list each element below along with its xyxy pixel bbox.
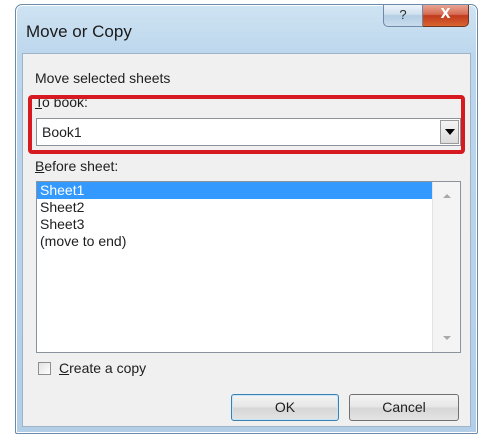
to-book-label-text: o book:	[42, 94, 88, 110]
to-book-value: Book1	[42, 124, 82, 140]
create-copy-label-text: reate a copy	[69, 360, 147, 376]
list-item[interactable]: Sheet1	[37, 182, 432, 199]
ok-button[interactable]: OK	[231, 394, 339, 421]
close-icon: X	[440, 7, 451, 22]
to-book-dropdown[interactable]: Book1	[36, 118, 461, 146]
create-copy-checkbox[interactable]	[38, 362, 51, 375]
help-button[interactable]: ?	[383, 5, 423, 27]
chevron-down-icon[interactable]	[440, 120, 459, 144]
before-sheet-label: Before sheet:	[35, 158, 118, 174]
list-scrollbar[interactable]	[432, 182, 460, 352]
before-sheet-list[interactable]: Sheet1 Sheet2 Sheet3 (move to end)	[36, 181, 461, 353]
dialog-body: Move selected sheets To book: Book1 Befo…	[22, 53, 471, 427]
close-button[interactable]: X	[423, 5, 469, 27]
scroll-down-icon[interactable]	[443, 336, 451, 340]
to-book-label: To book:	[35, 94, 88, 110]
move-or-copy-dialog: Move or Copy ? X Move selected sheets To…	[15, 4, 478, 434]
dialog-title: Move or Copy	[26, 22, 132, 41]
create-copy-label: Create a copy	[59, 360, 146, 376]
create-copy-accelerator: C	[59, 360, 70, 376]
list-item[interactable]: Sheet2	[37, 199, 432, 216]
scroll-up-icon[interactable]	[443, 194, 451, 198]
to-book-accelerator: T	[35, 94, 42, 110]
move-selected-sheets-label: Move selected sheets	[35, 70, 171, 86]
help-icon: ?	[399, 7, 407, 22]
list-item[interactable]: Sheet3	[37, 216, 432, 233]
cancel-button[interactable]: Cancel	[349, 394, 459, 421]
list-item[interactable]: (move to end)	[37, 233, 432, 250]
caption-buttons: ? X	[383, 5, 469, 29]
before-sheet-accelerator: B	[35, 158, 45, 174]
before-sheet-label-text: efore sheet:	[44, 158, 119, 174]
